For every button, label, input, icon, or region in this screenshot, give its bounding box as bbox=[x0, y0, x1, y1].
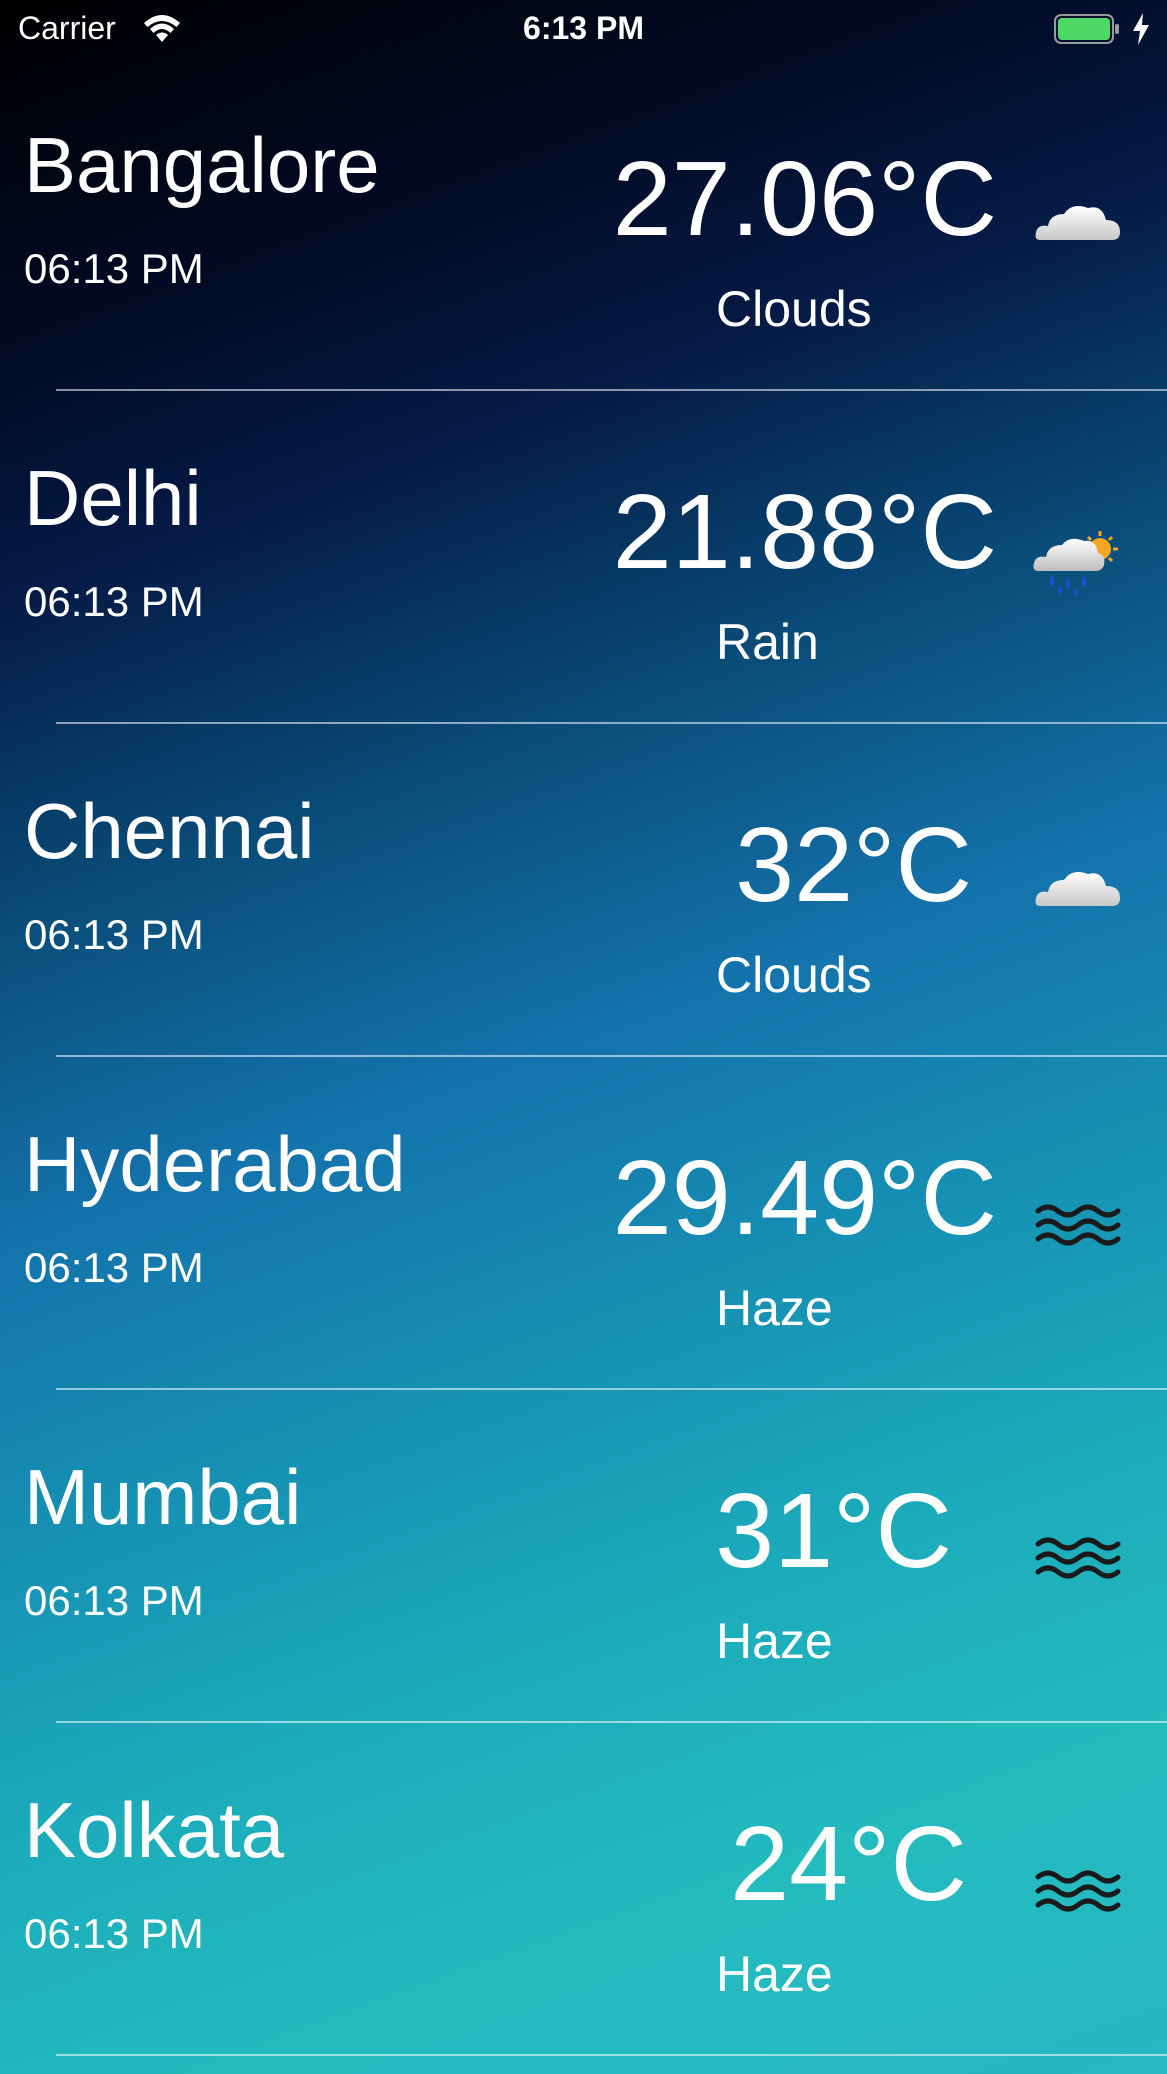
temperature: 27.06°C bbox=[612, 140, 997, 258]
city-row-kolkata[interactable]: Kolkata 06:13 PM 24°C Haze bbox=[0, 1723, 1167, 2056]
temperature: 32°C bbox=[735, 806, 972, 924]
city-name: Chennai bbox=[24, 787, 315, 875]
clouds-icon bbox=[1035, 872, 1120, 906]
city-name: Delhi bbox=[24, 454, 202, 542]
city-row-chennai[interactable]: Chennai 06:13 PM 32°C Clouds bbox=[0, 724, 1167, 1057]
city-local-time: 06:13 PM bbox=[24, 245, 204, 292]
city-local-time: 06:13 PM bbox=[24, 578, 204, 625]
weather-condition: Clouds bbox=[716, 947, 872, 1003]
charging-bolt-icon bbox=[1133, 13, 1149, 45]
city-row-bangalore[interactable]: Bangalore 06:13 PM 27.06°C Clouds bbox=[0, 58, 1167, 391]
haze-icon bbox=[1035, 1870, 1121, 1912]
battery-icon bbox=[1054, 14, 1119, 44]
city-row-mumbai[interactable]: Mumbai 06:13 PM 31°C Haze bbox=[0, 1390, 1167, 1723]
temperature: 24°C bbox=[730, 1805, 967, 1923]
haze-icon bbox=[1035, 1537, 1121, 1579]
city-name: Hyderabad bbox=[24, 1120, 406, 1208]
status-time: 6:13 PM bbox=[523, 10, 644, 46]
city-weather-list[interactable]: Bangalore 06:13 PM 27.06°C Clouds Delhi … bbox=[0, 58, 1167, 2056]
weather-condition: Rain bbox=[716, 614, 819, 670]
city-name: Kolkata bbox=[24, 1786, 285, 1874]
city-local-time: 06:13 PM bbox=[24, 1910, 204, 1957]
weather-condition: Clouds bbox=[716, 281, 872, 337]
weather-condition: Haze bbox=[716, 1613, 833, 1669]
weather-condition: Haze bbox=[716, 1280, 833, 1336]
rain-sun-icon bbox=[1033, 531, 1118, 597]
temperature: 21.88°C bbox=[612, 473, 997, 591]
city-row-delhi[interactable]: Delhi 06:13 PM 21.88°C Rain bbox=[0, 391, 1167, 724]
status-bar: Carrier 6:13 PM bbox=[0, 0, 1167, 58]
city-row-hyderabad[interactable]: Hyderabad 06:13 PM 29.49°C Haze bbox=[0, 1057, 1167, 1390]
temperature: 29.49°C bbox=[612, 1139, 997, 1257]
city-local-time: 06:13 PM bbox=[24, 1577, 204, 1624]
weather-condition: Haze bbox=[716, 1946, 833, 2002]
city-local-time: 06:13 PM bbox=[24, 911, 204, 958]
city-local-time: 06:13 PM bbox=[24, 1244, 204, 1291]
city-name: Mumbai bbox=[24, 1453, 302, 1541]
temperature: 31°C bbox=[715, 1472, 952, 1590]
city-name: Bangalore bbox=[24, 121, 380, 209]
haze-icon bbox=[1035, 1204, 1121, 1246]
row-divider bbox=[56, 2054, 1167, 2056]
clouds-icon bbox=[1035, 206, 1120, 240]
